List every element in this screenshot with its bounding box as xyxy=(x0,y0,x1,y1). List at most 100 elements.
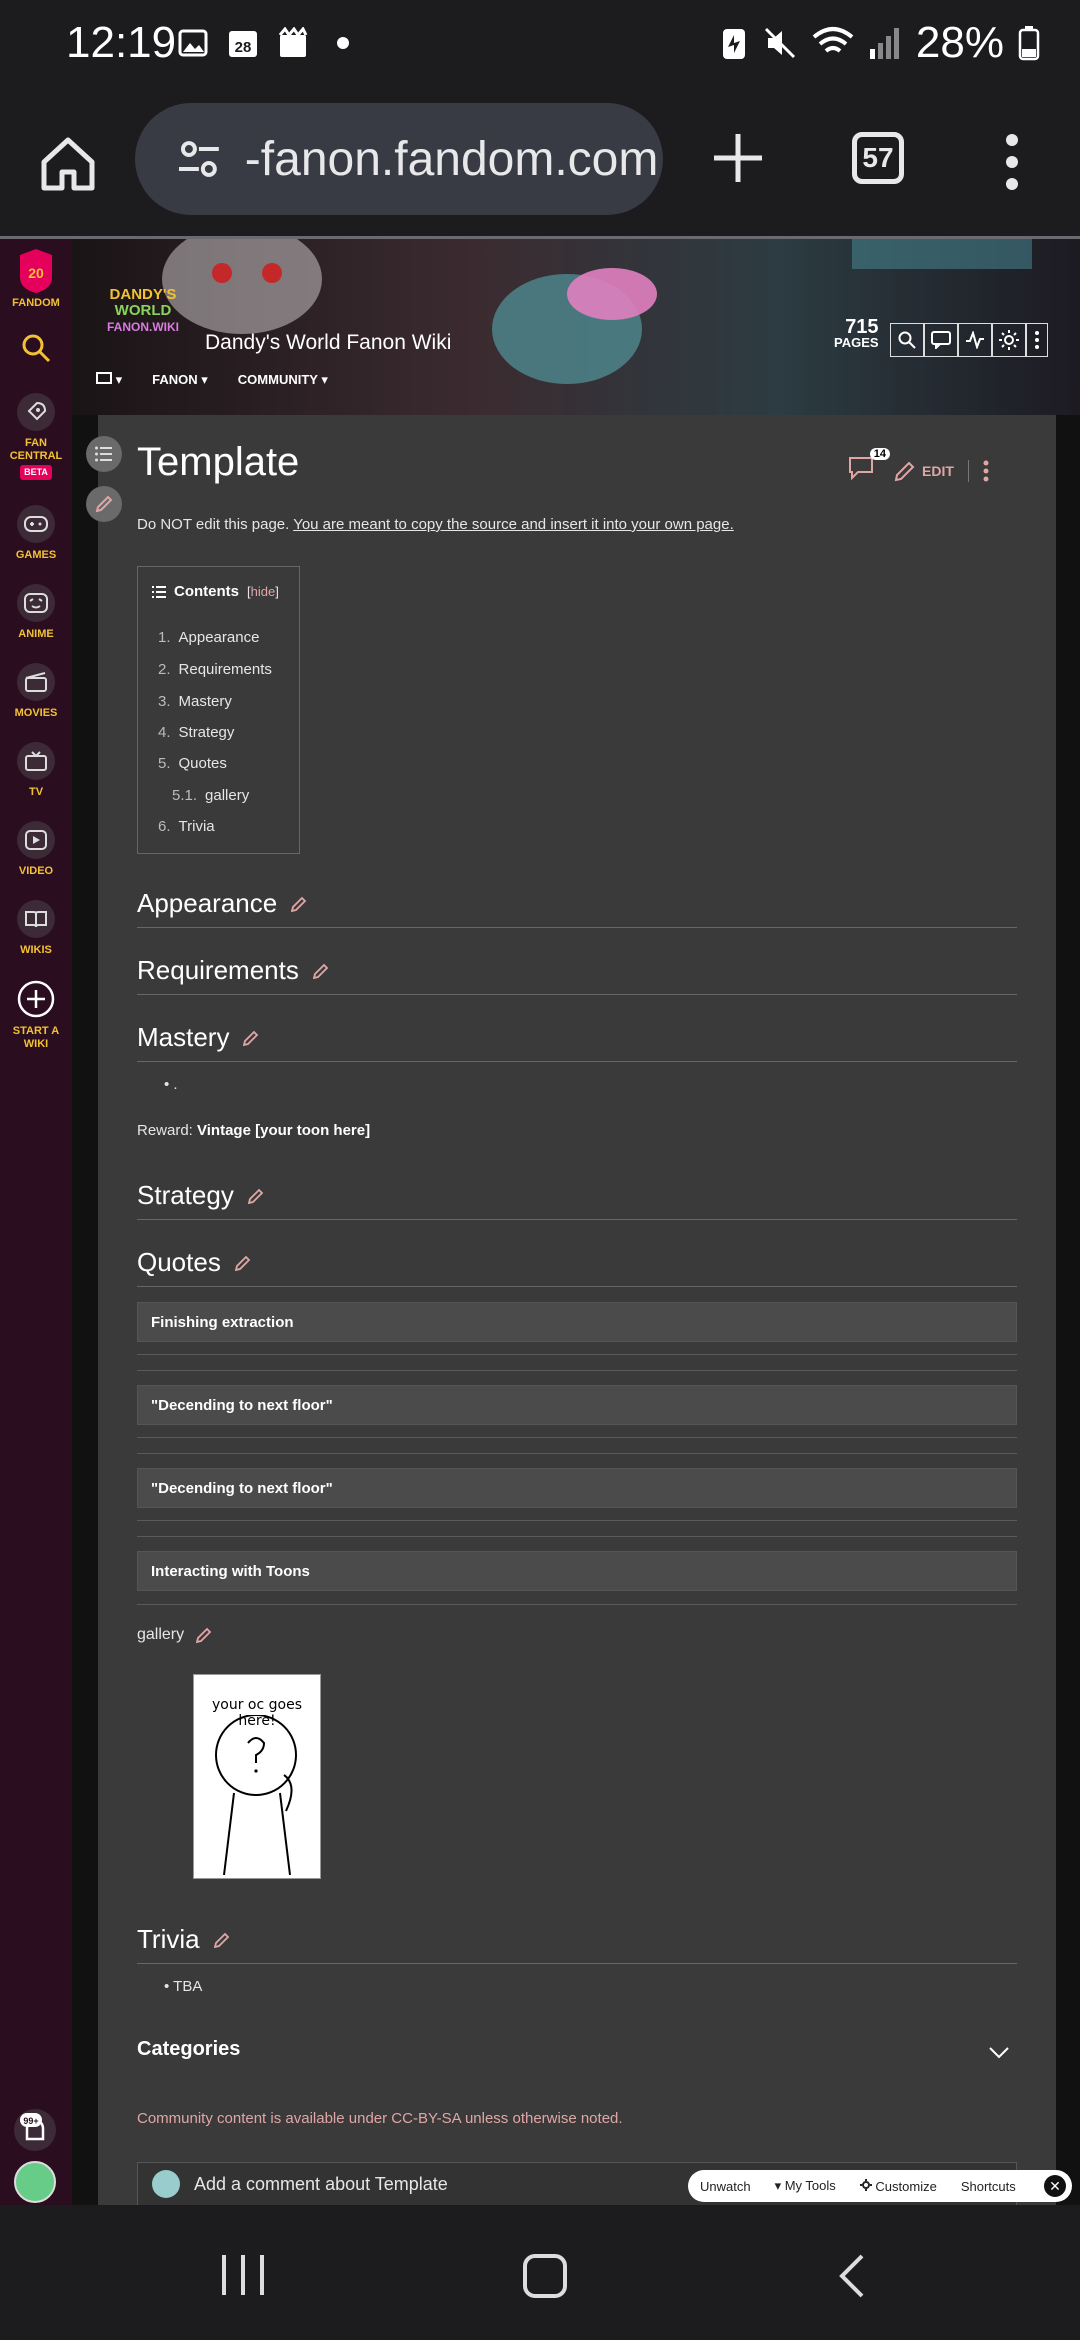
section-edit-icon[interactable] xyxy=(213,1932,230,1948)
reward-text: Reward: Vintage [your toon here] xyxy=(137,1122,370,1139)
rail-fan-central[interactable]: FAN CENTRAL BETA xyxy=(0,393,72,480)
quote-header[interactable]: "Decending to next floor" xyxy=(137,1385,1017,1425)
new-tab-button[interactable] xyxy=(708,128,768,188)
section-edit-icon[interactable] xyxy=(291,896,307,912)
status-bar: 12:19 28 28% xyxy=(0,0,1080,88)
toc-label[interactable]: Strategy xyxy=(179,724,235,741)
toc-label[interactable]: Mastery xyxy=(179,693,232,710)
section-edit-icon[interactable] xyxy=(247,1188,264,1204)
rail-video[interactable]: VIDEO xyxy=(0,821,72,878)
wiki-logo[interactable]: DANDY'S WORLD FANON.WIKI xyxy=(98,287,188,335)
browser-menu-button[interactable] xyxy=(1004,132,1020,192)
rail-search[interactable] xyxy=(0,333,72,363)
toc-label[interactable]: Requirements xyxy=(179,661,272,678)
comments-count: 14 xyxy=(869,448,890,460)
rail-start-wiki[interactable]: START A WIKI xyxy=(0,979,72,1051)
toc-item[interactable]: 2. Requirements xyxy=(158,661,272,678)
my-tools-button[interactable]: ▾ My Tools xyxy=(763,2178,848,2194)
shortcuts-button[interactable]: Shortcuts xyxy=(949,2179,1028,2194)
theme-toggle-button[interactable] xyxy=(992,323,1026,357)
quote-header[interactable]: Finishing extraction xyxy=(137,1302,1017,1342)
page-more-button[interactable] xyxy=(983,459,989,483)
toc-item[interactable]: 3. Mastery xyxy=(158,693,232,710)
license-post: unless otherwise noted. xyxy=(460,2110,623,2127)
tv-icon xyxy=(17,742,55,780)
close-icon[interactable]: ✕ xyxy=(1044,2175,1066,2197)
quote-header[interactable]: "Decending to next floor" xyxy=(137,1468,1017,1508)
rail-movies[interactable]: MOVIES xyxy=(0,663,72,720)
pencil-icon xyxy=(894,461,915,482)
heading-rule xyxy=(137,927,1017,928)
rail-tv[interactable]: TV xyxy=(0,742,72,799)
signal-icon xyxy=(869,28,899,59)
back-icon[interactable] xyxy=(836,2253,866,2299)
avatar xyxy=(152,2170,180,2198)
edit-label: EDIT xyxy=(922,463,954,479)
chevron-down-icon[interactable] xyxy=(987,2040,1011,2064)
book-icon xyxy=(17,900,55,938)
nav-community[interactable]: COMMUNITY ▾ xyxy=(238,372,328,388)
recent-changes-button[interactable] xyxy=(958,323,992,357)
comments-button[interactable]: 14 xyxy=(848,448,890,486)
quote-row-line xyxy=(137,1536,1017,1537)
rail-games[interactable]: GAMES xyxy=(0,505,72,562)
section-edit-icon[interactable] xyxy=(196,1627,212,1643)
discussions-button[interactable] xyxy=(924,323,958,357)
toc-label[interactable]: gallery xyxy=(205,787,249,804)
section-edit-icon[interactable] xyxy=(312,963,329,979)
toc-toggle-button[interactable] xyxy=(86,436,122,472)
home-button[interactable] xyxy=(36,132,100,196)
plus-circle-icon xyxy=(17,980,55,1018)
header-more-button[interactable] xyxy=(1026,323,1048,357)
section-edit-icon[interactable] xyxy=(234,1255,251,1271)
gallery-image[interactable]: your oc goes here! xyxy=(193,1674,321,1879)
toc-item[interactable]: 5. Quotes xyxy=(158,755,227,772)
toc-item[interactable]: 1. Appearance xyxy=(158,629,259,646)
customize-button[interactable]: Customize xyxy=(848,2178,949,2194)
intro-plain: Do NOT edit this page. xyxy=(137,516,294,533)
quick-edit-button[interactable] xyxy=(86,486,122,522)
license-link[interactable]: CC-BY-SA xyxy=(391,2110,460,2127)
unwatch-button[interactable]: Unwatch xyxy=(688,2179,763,2194)
toc-item[interactable]: 4. Strategy xyxy=(158,724,234,741)
heading-text: gallery xyxy=(137,1626,185,1643)
customize-label: Customize xyxy=(875,2178,937,2194)
wiki-title[interactable]: Dandy's World Fanon Wiki xyxy=(205,331,451,355)
toc-hide-toggle[interactable]: [hide] xyxy=(247,584,279,599)
browser-toolbar: -fanon.fandom.com 57 xyxy=(0,88,1080,238)
toc-item[interactable]: 6. Trivia xyxy=(158,818,215,835)
heading-text: Strategy xyxy=(137,1180,234,1210)
toc-label[interactable]: Quotes xyxy=(179,755,227,772)
toc-hide-label[interactable]: hide xyxy=(251,584,276,599)
comment-prompt[interactable]: Add a comment about Template xyxy=(194,2174,448,2195)
user-avatar-button[interactable] xyxy=(14,2161,56,2203)
recent-apps-icon[interactable] xyxy=(220,2253,266,2297)
toc-label[interactable]: Trivia xyxy=(179,818,215,835)
wiki-search-button[interactable] xyxy=(890,323,924,357)
home-nav-icon[interactable] xyxy=(522,2253,568,2299)
explore-menu[interactable]: ▾ xyxy=(96,372,122,388)
rail-anime[interactable]: ANIME xyxy=(0,584,72,641)
url-bar[interactable]: -fanon.fandom.com xyxy=(135,103,663,215)
rail-wikis[interactable]: WIKIS xyxy=(0,900,72,957)
fandom-logo-link[interactable]: 20 FANDOM xyxy=(0,249,72,310)
nav-fanon[interactable]: FANON ▾ xyxy=(152,372,208,388)
url-text[interactable]: -fanon.fandom.com xyxy=(245,132,663,187)
tab-switcher-button[interactable]: 57 xyxy=(852,132,904,184)
search-icon xyxy=(898,331,916,349)
site-settings-icon[interactable] xyxy=(175,135,223,183)
intro-link[interactable]: You are meant to copy the source and ins… xyxy=(293,516,734,533)
wiki-header: DANDY'S WORLD FANON.WIKI Dandy's World F… xyxy=(72,239,1080,415)
rail-label-movies: MOVIES xyxy=(14,707,58,719)
heading-rule xyxy=(137,1219,1017,1220)
toc-num: 4. xyxy=(158,724,171,741)
toc-label[interactable]: Appearance xyxy=(179,629,260,646)
notifications-button[interactable]: 99+ xyxy=(14,2109,56,2151)
wiki-nav: ▾ FANON ▾ COMMUNITY ▾ xyxy=(96,372,328,388)
section-edit-icon[interactable] xyxy=(243,1030,259,1046)
categories-section[interactable]: Categories xyxy=(137,2038,1017,2061)
quote-header[interactable]: Interacting with Toons xyxy=(137,1551,1017,1591)
toc-item[interactable]: 5.1. gallery xyxy=(172,787,249,804)
heading-rule xyxy=(137,1963,1017,1964)
edit-button[interactable]: EDIT xyxy=(894,460,954,482)
